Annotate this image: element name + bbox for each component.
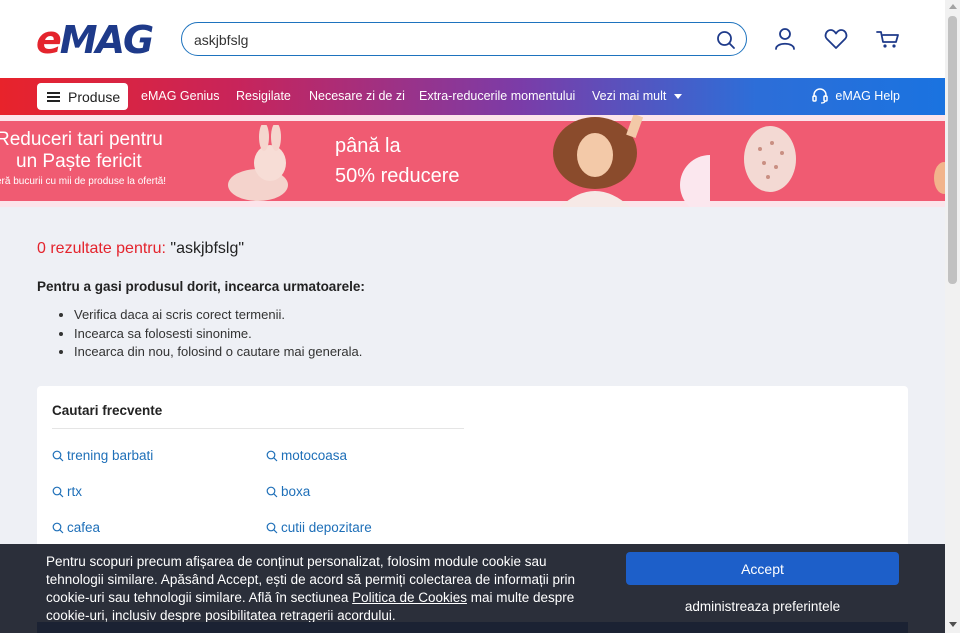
favorites-heart-icon[interactable]: [823, 26, 849, 52]
banner-upto: până la: [335, 135, 401, 157]
banner-discount: 50% reducere: [335, 165, 460, 187]
frequent-search-label: trening barbati: [67, 448, 154, 463]
bunny-figurine-image: [228, 125, 288, 201]
banner-subline: eră bucurii cu mii de produse la ofertă!: [0, 176, 167, 187]
divider: [52, 428, 464, 429]
banner-headline: Reduceri tari pentru un Paște fericit: [0, 129, 163, 173]
nav-link-resigilate[interactable]: Resigilate: [236, 89, 291, 103]
frequent-search-link[interactable]: trening barbati: [52, 448, 153, 463]
scrollbar-thumb[interactable]: [948, 16, 957, 284]
frequent-search-link[interactable]: rtx: [52, 484, 82, 499]
header: eMAG: [0, 0, 945, 78]
headset-icon: [812, 88, 829, 104]
results-count: 0 rezultate pentru:: [37, 240, 166, 257]
frequent-search-label: cafea: [67, 520, 101, 535]
search-icon: [52, 450, 64, 461]
nav-link-vezi-mai-mult[interactable]: Vezi mai mult: [592, 89, 682, 103]
account-icon[interactable]: [772, 26, 798, 52]
vertical-scrollbar[interactable]: [945, 0, 960, 633]
help-label: eMAG Help: [835, 89, 900, 103]
manage-preferences-link[interactable]: administreaza preferintele: [626, 599, 899, 614]
search-icon: [266, 486, 278, 497]
frequent-search-label: motocoasa: [281, 448, 348, 463]
frequent-search-link[interactable]: motocoasa: [266, 448, 347, 463]
cart-icon[interactable]: [875, 26, 901, 52]
scroll-up-arrow-icon[interactable]: [949, 4, 957, 9]
caret-down-icon: [673, 94, 682, 100]
hint-item: Incearca sa folosesti sinonime.: [74, 325, 362, 344]
results-summary: 0 rezultate pentru: "askjbfslg": [37, 240, 244, 258]
produse-button[interactable]: Produse: [37, 83, 128, 110]
search-bar: [181, 22, 747, 56]
search-input[interactable]: [194, 30, 694, 50]
hint-item: Verifica daca ai scris corect termenii.: [74, 306, 362, 325]
frequent-search-label: cutii depozitare: [281, 520, 372, 535]
cookie-consent-bar: Pentru scopuri precum afișarea de conțin…: [0, 544, 945, 633]
frequent-searches-title: Cautari frecvente: [52, 403, 163, 418]
scroll-down-arrow-icon[interactable]: [949, 622, 957, 627]
search-icon: [52, 522, 64, 533]
produse-label: Produse: [68, 88, 121, 105]
easter-egg-image: [744, 126, 796, 192]
frequent-search-label: rtx: [67, 484, 82, 499]
emag-logo[interactable]: eMAG: [36, 18, 154, 62]
frequent-search-link[interactable]: cutii depozitare: [266, 520, 372, 535]
nav-link-extra-reduceri[interactable]: Extra-reducerile momentului: [419, 89, 575, 103]
hint-item: Incearca din nou, folosind o cautare mai…: [74, 343, 362, 362]
search-icon: [52, 486, 64, 497]
search-icon: [266, 522, 278, 533]
hint-list: Verifica daca ai scris corect termenii. …: [74, 306, 362, 362]
main-nav: Produse eMAG Genius Resigilate Necesare …: [0, 78, 945, 115]
content-peek: [37, 622, 908, 633]
search-icon: [266, 450, 278, 461]
hamburger-icon: [47, 91, 60, 102]
frequent-search-label: boxa: [281, 484, 311, 499]
cookie-policy-link[interactable]: Politica de Cookies: [352, 590, 467, 605]
promo-banner[interactable]: Reduceri tari pentru un Paște fericit er…: [0, 115, 945, 207]
hint-title: Pentru a gasi produsul dorit, incearca u…: [37, 279, 365, 294]
frequent-search-link[interactable]: boxa: [266, 484, 310, 499]
banner-line-1: Reduceri tari pentru: [0, 129, 163, 150]
search-icon[interactable]: [716, 30, 736, 50]
nav-link-emag-genius[interactable]: eMAG Genius: [141, 89, 220, 103]
easter-egg-small-image: [934, 162, 945, 194]
banner-line-2: un Paște fericit: [16, 151, 142, 172]
emag-help-link[interactable]: eMAG Help: [811, 87, 900, 105]
banner-stripe-bottom: [0, 201, 945, 207]
frequent-search-link[interactable]: cafea: [52, 520, 100, 535]
banner-stripe-top: [0, 115, 945, 121]
cookie-text: Pentru scopuri precum afișarea de conțin…: [46, 553, 606, 625]
woman-photo-image: [553, 115, 710, 207]
results-query: "askjbfslg": [170, 240, 245, 257]
nav-link-necesare[interactable]: Necesare zi de zi: [309, 89, 405, 103]
vezi-mai-mult-label: Vezi mai mult: [592, 89, 667, 103]
accept-cookies-button[interactable]: Accept: [626, 552, 899, 585]
